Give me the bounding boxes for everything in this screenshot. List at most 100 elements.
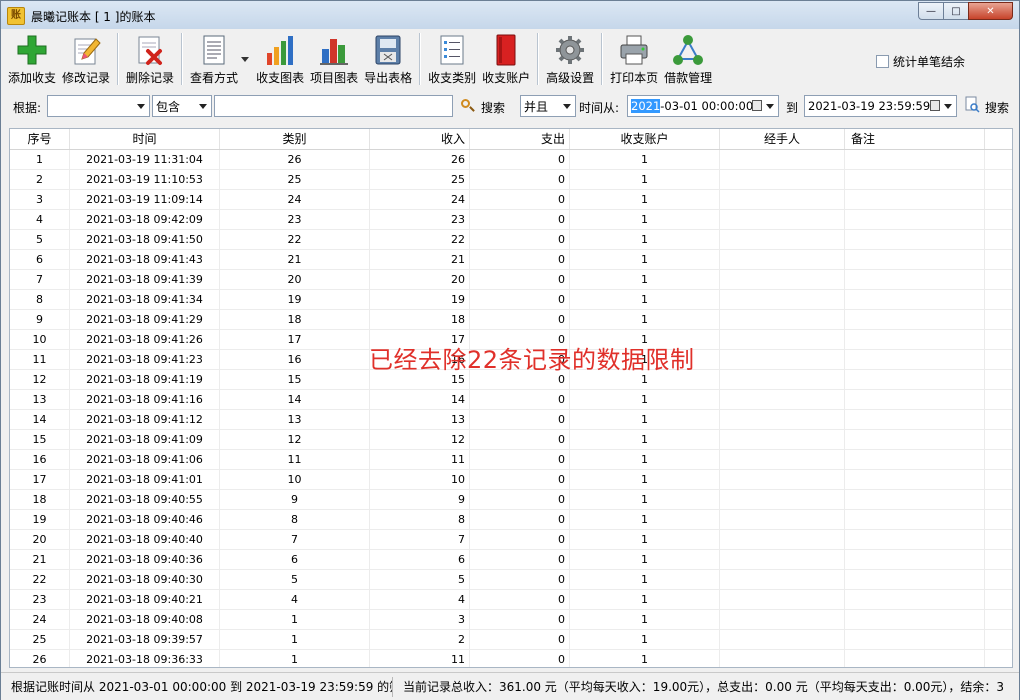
search-doc-icon[interactable] xyxy=(964,95,980,117)
table-row[interactable]: 6 2021-03-18 09:41:43 21 21 0 1 xyxy=(10,250,1012,270)
title-bar[interactable]: 账 晨曦记账本 [ 1 ]的账本 — □ ✕ xyxy=(1,1,1019,29)
cell-index: 1 xyxy=(10,150,70,169)
cell-account: 1 xyxy=(570,470,720,489)
export-table-button[interactable]: 导出表格 xyxy=(361,31,415,87)
cell-index: 15 xyxy=(10,430,70,449)
cell-time: 2021-03-18 09:40:36 xyxy=(70,550,220,569)
status-bar: 根据记账时间从 2021-03-01 00:00:00 到 2021-03-19… xyxy=(1,672,1019,700)
table-row[interactable]: 20 2021-03-18 09:40:40 7 7 0 1 xyxy=(10,530,1012,550)
account-button[interactable]: 收支账户 xyxy=(479,31,533,87)
table-row[interactable]: 15 2021-03-18 09:41:09 12 12 0 1 xyxy=(10,430,1012,450)
cell-index: 3 xyxy=(10,190,70,209)
time-from-picker[interactable]: 2021 -03-01 00:00:00 xyxy=(627,95,779,117)
search-button-2[interactable]: 搜索 xyxy=(985,99,1009,121)
loan-management-button[interactable]: 借款管理 xyxy=(661,31,715,87)
logic-select[interactable]: 并且 xyxy=(520,95,576,117)
cell-filler xyxy=(985,630,1012,649)
cell-income: 12 xyxy=(370,430,470,449)
time-from-selected-year: 2021 xyxy=(631,99,661,113)
table-row[interactable]: 22 2021-03-18 09:40:30 5 5 0 1 xyxy=(10,570,1012,590)
keyword-input[interactable] xyxy=(214,95,453,117)
table-row[interactable]: 25 2021-03-18 09:39:57 1 2 0 1 xyxy=(10,630,1012,650)
table-row[interactable]: 7 2021-03-18 09:41:39 20 20 0 1 xyxy=(10,270,1012,290)
network-icon xyxy=(672,33,704,67)
cell-income: 5 xyxy=(370,570,470,589)
table-row[interactable]: 26 2021-03-18 09:36:33 1 11 0 1 xyxy=(10,650,1012,667)
cell-time: 2021-03-18 09:36:33 xyxy=(70,650,220,667)
column-header-filler xyxy=(985,129,1012,149)
minimize-button[interactable]: — xyxy=(918,2,944,20)
project-chart-button[interactable]: 项目图表 xyxy=(307,31,361,87)
cell-category: 17 xyxy=(220,330,370,349)
table-row[interactable]: 9 2021-03-18 09:41:29 18 18 0 1 xyxy=(10,310,1012,330)
cell-index: 24 xyxy=(10,610,70,629)
single-balance-option[interactable]: 统计单笔结余 xyxy=(875,53,965,70)
printer-icon xyxy=(618,33,650,67)
close-button[interactable]: ✕ xyxy=(968,2,1013,20)
edit-record-button[interactable]: 修改记录 xyxy=(59,31,113,87)
table-row[interactable]: 13 2021-03-18 09:41:16 14 14 0 1 xyxy=(10,390,1012,410)
cell-note xyxy=(845,650,985,667)
column-header-handler[interactable]: 经手人 xyxy=(720,129,845,149)
table-row[interactable]: 3 2021-03-19 11:09:14 24 24 0 1 xyxy=(10,190,1012,210)
maximize-button[interactable]: □ xyxy=(943,2,969,20)
cell-expense: 0 xyxy=(470,390,570,409)
advanced-settings-button[interactable]: 高级设置 xyxy=(543,31,597,87)
cell-note xyxy=(845,190,985,209)
column-header-expense[interactable]: 支出 xyxy=(470,129,570,149)
view-mode-button[interactable]: 查看方式 xyxy=(187,31,241,87)
column-header-index[interactable]: 序号 xyxy=(10,129,70,149)
time-to-picker[interactable]: 2021-03-19 23:59:59 xyxy=(804,95,957,117)
table-row[interactable]: 19 2021-03-18 09:40:46 8 8 0 1 xyxy=(10,510,1012,530)
table-row[interactable]: 24 2021-03-18 09:40:08 1 3 0 1 xyxy=(10,610,1012,630)
field-select[interactable] xyxy=(47,95,150,117)
cell-handler xyxy=(720,550,845,569)
project-chart-icon xyxy=(318,33,350,67)
view-document-icon xyxy=(198,33,230,67)
cell-filler xyxy=(985,650,1012,667)
cell-filler xyxy=(985,390,1012,409)
cell-note xyxy=(845,350,985,369)
table-row[interactable]: 4 2021-03-18 09:42:09 23 23 0 1 xyxy=(10,210,1012,230)
edit-record-label: 修改记录 xyxy=(62,71,111,85)
cell-index: 10 xyxy=(10,330,70,349)
cell-expense: 0 xyxy=(470,310,570,329)
category-button[interactable]: 收支类别 xyxy=(425,31,479,87)
table-row[interactable]: 18 2021-03-18 09:40:55 9 9 0 1 xyxy=(10,490,1012,510)
column-header-category[interactable]: 类别 xyxy=(220,129,370,149)
delete-record-button[interactable]: 删除记录 xyxy=(123,31,177,87)
match-select[interactable]: 包含 xyxy=(152,95,212,117)
column-header-income[interactable]: 收入 xyxy=(370,129,470,149)
cell-handler xyxy=(720,170,845,189)
cell-index: 13 xyxy=(10,390,70,409)
cell-category: 4 xyxy=(220,590,370,609)
search-icon[interactable] xyxy=(459,95,479,117)
add-record-label: 添加收支 xyxy=(8,71,57,85)
cell-handler xyxy=(720,210,845,229)
table-row[interactable]: 17 2021-03-18 09:41:01 10 10 0 1 xyxy=(10,470,1012,490)
column-header-time[interactable]: 时间 xyxy=(70,129,220,149)
table-row[interactable]: 2 2021-03-19 11:10:53 25 25 0 1 xyxy=(10,170,1012,190)
table-row[interactable]: 21 2021-03-18 09:40:36 6 6 0 1 xyxy=(10,550,1012,570)
cell-category: 12 xyxy=(220,430,370,449)
cell-index: 26 xyxy=(10,650,70,667)
table-row[interactable]: 23 2021-03-18 09:40:21 4 4 0 1 xyxy=(10,590,1012,610)
income-chart-button[interactable]: 收支图表 xyxy=(253,31,307,87)
table-row[interactable]: 16 2021-03-18 09:41:06 11 11 0 1 xyxy=(10,450,1012,470)
single-balance-checkbox[interactable] xyxy=(875,55,889,68)
add-record-button[interactable]: 添加收支 xyxy=(5,31,59,87)
column-header-account[interactable]: 收支账户 xyxy=(570,129,720,149)
bar-chart-icon xyxy=(264,33,296,67)
table-row[interactable]: 8 2021-03-18 09:41:34 19 19 0 1 xyxy=(10,290,1012,310)
table-row[interactable]: 1 2021-03-19 11:31:04 26 26 0 1 xyxy=(10,150,1012,170)
search-button[interactable]: 搜索 xyxy=(481,99,505,121)
cell-handler xyxy=(720,430,845,449)
cell-index: 21 xyxy=(10,550,70,569)
print-page-button[interactable]: 打印本页 xyxy=(607,31,661,87)
cell-index: 11 xyxy=(10,350,70,369)
table-row[interactable]: 14 2021-03-18 09:41:12 13 13 0 1 xyxy=(10,410,1012,430)
cell-time: 2021-03-19 11:09:14 xyxy=(70,190,220,209)
table-row[interactable]: 5 2021-03-18 09:41:50 22 22 0 1 xyxy=(10,230,1012,250)
view-mode-dropdown-arrow-icon[interactable] xyxy=(241,57,250,62)
column-header-note[interactable]: 备注 xyxy=(845,129,985,149)
